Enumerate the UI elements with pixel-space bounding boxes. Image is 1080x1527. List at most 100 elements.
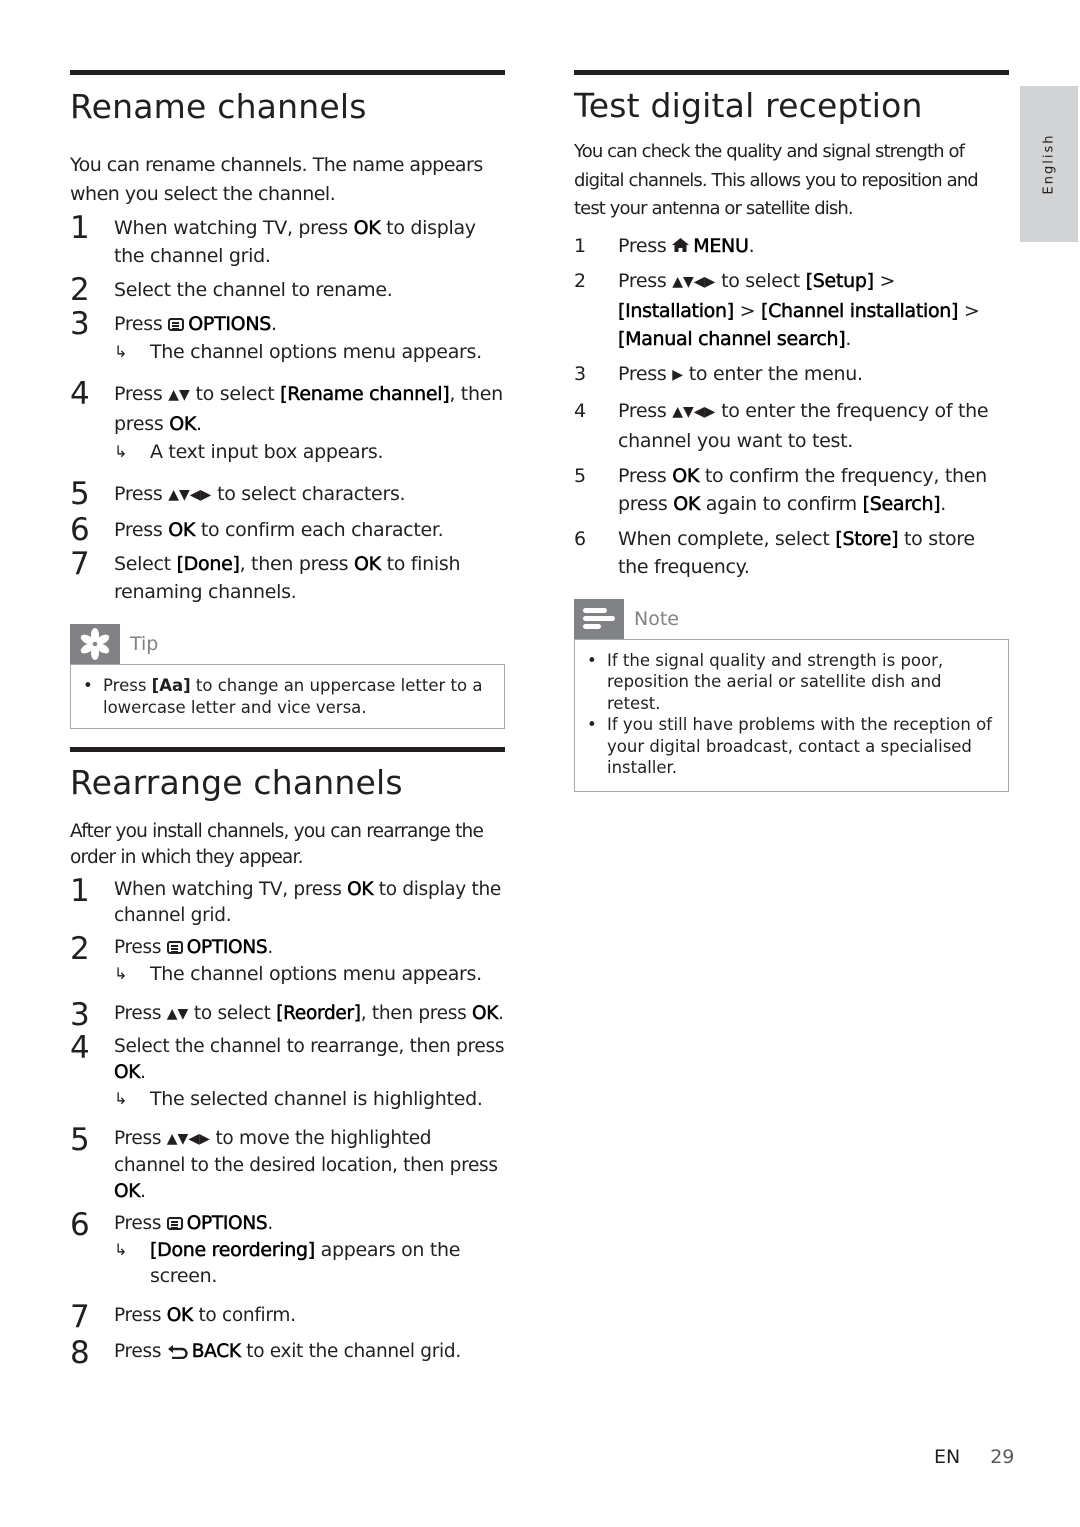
step-number: 5 xyxy=(70,1122,90,1158)
step-text: . xyxy=(845,327,852,350)
section-rule xyxy=(70,747,505,752)
section-rule xyxy=(70,70,505,75)
key-label: OK xyxy=(114,1062,141,1084)
tip-body: Press [Aa] to change an uppercase letter… xyxy=(70,664,505,729)
key-label: [Aa] xyxy=(151,676,191,695)
step: 4 Press ▲▼◀▶ to enter the frequency of t… xyxy=(574,397,1009,455)
step-number: 6 xyxy=(70,512,90,548)
right-arrow-icon: ▶ xyxy=(672,366,684,383)
step: 1 When watching TV, press OK to display … xyxy=(70,210,505,270)
step: 1 Press MENU. xyxy=(574,232,1009,260)
step-text: . xyxy=(140,1181,146,1202)
step-text: Press xyxy=(114,1305,167,1326)
step-text: > xyxy=(873,269,896,292)
rename-channels-section: Rename channels You can rename channels.… xyxy=(70,70,505,729)
note-item: If the signal quality and strength is po… xyxy=(587,650,998,715)
step-number: 5 xyxy=(70,476,90,512)
left-column: Rename channels You can rename channels.… xyxy=(70,70,505,1371)
step-text: Press xyxy=(114,1003,167,1024)
step-text: to select xyxy=(188,1003,277,1024)
step: 2 Press OPTIONS. ↳ The channel options m… xyxy=(70,931,505,987)
step: 7 Select [Done], then press OK to finish… xyxy=(70,546,505,606)
menu-item-label: [Search] xyxy=(862,492,941,515)
step-number: 7 xyxy=(70,1299,90,1335)
step-number: 1 xyxy=(574,234,586,257)
step-text: . xyxy=(267,1213,273,1234)
options-icon xyxy=(166,941,183,954)
step-result: ↳ The channel options menu appears. xyxy=(114,338,505,366)
key-label: OK xyxy=(347,879,374,901)
options-icon xyxy=(166,1217,183,1230)
step-number: 1 xyxy=(70,210,90,246)
step-text: Press xyxy=(114,1213,167,1234)
step: 2 Select the channel to rename. xyxy=(70,272,505,308)
key-label: OK xyxy=(354,553,382,576)
step-text: . xyxy=(271,313,277,335)
note-body: If the signal quality and strength is po… xyxy=(574,638,1009,792)
section-rule xyxy=(574,70,1009,75)
step: 7 Press OK to confirm. xyxy=(70,1299,505,1335)
result-arrow-icon: ↳ xyxy=(114,342,128,361)
step-text: to select xyxy=(189,383,281,405)
step-text: Press xyxy=(114,313,169,335)
language-code: EN xyxy=(934,1446,961,1468)
step-number: 4 xyxy=(70,376,90,412)
language-tab-label: English xyxy=(1041,133,1057,195)
menu-item-label: [Done] xyxy=(176,553,240,576)
key-label: OPTIONS xyxy=(186,937,268,959)
step-text: to exit the channel grid. xyxy=(240,1341,461,1362)
step-text: Press xyxy=(114,383,169,405)
step-result: ↳ A text input box appears. xyxy=(114,438,505,466)
back-icon xyxy=(167,1341,189,1367)
step-text: Select the channel to rearrange, then pr… xyxy=(114,1036,505,1057)
result-arrow-icon: ↳ xyxy=(114,964,128,983)
tip-text: Press xyxy=(103,676,152,695)
language-tab: English xyxy=(1020,86,1078,242)
tip-title: Tip xyxy=(130,633,159,655)
step-number: 6 xyxy=(70,1207,90,1243)
key-label: OK xyxy=(168,519,196,542)
step-text: . xyxy=(140,1062,146,1083)
page-footer: EN 29 xyxy=(934,1446,1014,1468)
tip-header: Tip xyxy=(70,624,505,664)
direction-arrows-icon: ▲▼◀▶ xyxy=(672,273,716,290)
step: 5 Press ▲▼◀▶ to select characters. xyxy=(70,476,505,512)
step-text: When watching TV, press xyxy=(114,879,348,900)
step: 6 Press OPTIONS. ↳ [Done reordering] app… xyxy=(70,1207,505,1289)
key-label: OPTIONS xyxy=(186,1213,268,1235)
step-number: 2 xyxy=(70,931,90,967)
step-text: to enter the menu. xyxy=(683,362,863,385)
step-text: . xyxy=(196,413,202,435)
step: 8 Press BACK to exit the channel grid. xyxy=(70,1335,505,1371)
step-text: to confirm. xyxy=(192,1305,296,1326)
key-label: BACK xyxy=(191,1341,242,1363)
right-column: Test digital reception You can check the… xyxy=(574,70,1009,792)
step: 6 When complete, select [Store] to store… xyxy=(574,525,1009,581)
step-text: Press xyxy=(114,483,169,505)
step-number: 3 xyxy=(574,362,586,385)
note-box: Note If the signal quality and strength … xyxy=(574,598,1009,792)
step: 5 Press OK to confirm the frequency, the… xyxy=(574,462,1009,518)
result-arrow-icon: ↳ xyxy=(114,1240,128,1259)
step-number: 8 xyxy=(70,1335,90,1371)
section-intro: After you install channels, you can rear… xyxy=(70,821,484,868)
step-text: Press xyxy=(618,234,673,257)
step-text: When complete, select xyxy=(618,527,836,550)
section-title: Rearrange channels xyxy=(70,763,403,802)
step-number: 1 xyxy=(70,873,90,909)
step-text: Press xyxy=(618,269,673,292)
key-label: OK xyxy=(166,1305,194,1327)
key-label: MENU xyxy=(693,234,749,257)
menu-item-label: [Manual channel search] xyxy=(618,327,846,350)
step-text: Press xyxy=(114,937,167,958)
result-text: A text input box appears. xyxy=(150,441,384,463)
up-down-arrows-icon: ▲▼ xyxy=(166,1006,189,1022)
step: 6 Press OK to confirm each character. xyxy=(70,512,505,548)
key-label: OPTIONS xyxy=(188,313,272,336)
menu-item-label: [Channel installation] xyxy=(760,299,959,322)
step-text: Press xyxy=(618,464,673,487)
home-icon xyxy=(672,232,690,260)
result-text: The channel options menu appears. xyxy=(150,341,482,363)
menu-item-label: [Store] xyxy=(835,527,899,550)
note-title: Note xyxy=(634,607,679,630)
